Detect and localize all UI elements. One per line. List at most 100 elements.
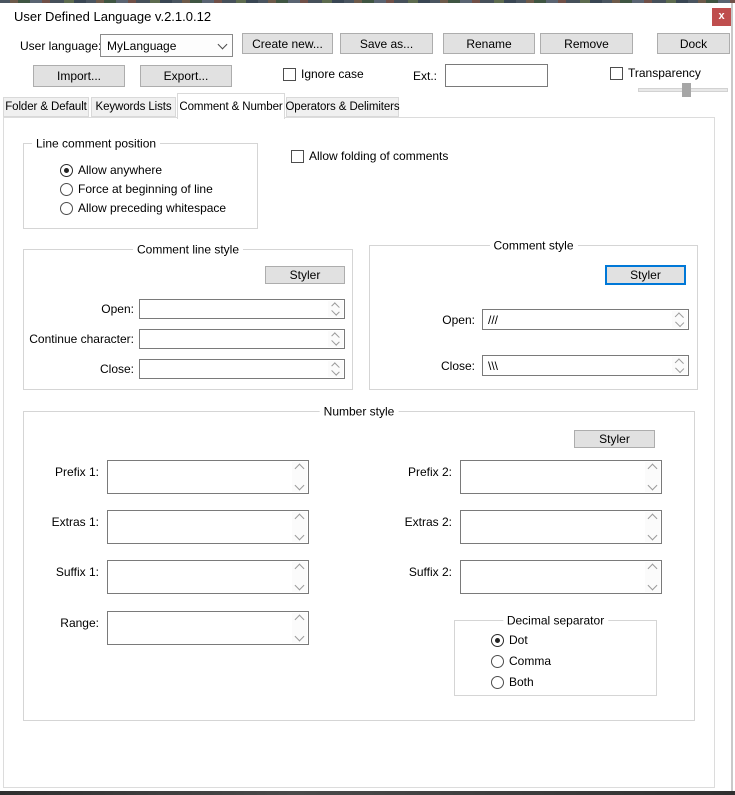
- close-label: Close:: [99, 362, 134, 376]
- transparency-checkbox[interactable]: Transparency: [610, 67, 701, 80]
- chevron-down-icon: [217, 39, 228, 49]
- radio-force-beginning[interactable]: Force at beginning of line: [60, 183, 213, 196]
- spin-up-icon[interactable]: [647, 463, 658, 474]
- tab-folder-default[interactable]: Folder & Default: [3, 97, 89, 117]
- spin-down-icon[interactable]: [331, 367, 340, 376]
- dock-button[interactable]: Dock: [657, 33, 730, 54]
- spinner: [328, 361, 343, 377]
- suffix1-label: Suffix 1:: [55, 565, 99, 579]
- prefix1-field[interactable]: [107, 460, 309, 494]
- user-defined-language-dialog: User Defined Language v.2.1.0.12 x User …: [0, 0, 735, 795]
- decimal-separator-group: Decimal separator Dot Comma Both: [454, 613, 657, 696]
- spin-down-icon[interactable]: [294, 480, 305, 491]
- radio-dot[interactable]: Dot: [491, 634, 528, 647]
- transparency-label: Transparency: [628, 66, 701, 80]
- checkbox-icon: [610, 67, 623, 80]
- save-as-button[interactable]: Save as...: [340, 33, 433, 54]
- extras1-field[interactable]: [107, 510, 309, 544]
- radio-preceding-whitespace[interactable]: Allow preceding whitespace: [60, 202, 226, 215]
- spin-up-icon[interactable]: [647, 513, 658, 524]
- spin-up-icon[interactable]: [294, 463, 305, 474]
- spin-up-icon[interactable]: [294, 614, 305, 625]
- field-value: \\\: [488, 359, 499, 373]
- checkbox-icon: [291, 150, 304, 163]
- tab-operators-delimiters[interactable]: Operators & Delimiters: [285, 97, 400, 117]
- ignore-case-checkbox[interactable]: Ignore case: [283, 68, 364, 81]
- prefix2-field[interactable]: [460, 460, 662, 494]
- range-field[interactable]: [107, 611, 309, 645]
- language-select[interactable]: MyLanguage: [100, 34, 233, 57]
- radio-comma[interactable]: Comma: [491, 655, 551, 668]
- spinner: [645, 462, 660, 492]
- radio-selected-icon: [60, 164, 73, 177]
- ignore-case-label: Ignore case: [301, 67, 364, 81]
- prefix2-label: Prefix 2:: [407, 465, 452, 479]
- rename-button[interactable]: Rename: [443, 33, 535, 54]
- window-bottom-border: [0, 791, 735, 795]
- comment-open-field[interactable]: ///: [482, 309, 689, 330]
- spin-down-icon[interactable]: [675, 317, 684, 327]
- allow-folding-label: Allow folding of comments: [309, 149, 449, 163]
- comment-line-styler-button[interactable]: Styler: [265, 266, 345, 284]
- spinner: [645, 562, 660, 592]
- spin-down-icon[interactable]: [294, 580, 305, 591]
- range-label: Range:: [60, 616, 99, 630]
- spin-up-icon[interactable]: [294, 563, 305, 574]
- spin-down-icon[interactable]: [647, 530, 658, 541]
- suffix1-field[interactable]: [107, 560, 309, 594]
- spinner: [328, 331, 343, 347]
- spin-down-icon[interactable]: [294, 631, 305, 642]
- spin-down-icon[interactable]: [675, 363, 684, 373]
- spin-down-icon[interactable]: [294, 530, 305, 541]
- remove-button[interactable]: Remove: [540, 33, 633, 54]
- user-language-label: User language:: [20, 39, 102, 53]
- comment-line-open-field[interactable]: [139, 299, 345, 319]
- radio-icon: [60, 183, 73, 196]
- spinner: [672, 311, 687, 328]
- line-comment-position-title: Line comment position: [32, 136, 161, 151]
- tab-comment-number[interactable]: Comment & Number: [177, 93, 285, 119]
- allow-folding-checkbox[interactable]: Allow folding of comments: [291, 150, 448, 163]
- radio-icon: [60, 202, 73, 215]
- spin-up-icon[interactable]: [647, 563, 658, 574]
- spin-down-icon[interactable]: [331, 307, 340, 316]
- prefix1-label: Prefix 1:: [54, 465, 99, 479]
- export-button[interactable]: Export...: [140, 65, 232, 87]
- background-window-edge: [0, 0, 735, 3]
- comment-styler-button[interactable]: Styler: [605, 265, 686, 285]
- open-label: Open:: [442, 313, 475, 327]
- comment-style-title: Comment style: [489, 238, 578, 253]
- ext-input[interactable]: [445, 64, 548, 87]
- line-comment-position-group: Line comment position Allow anywhere For…: [23, 136, 258, 229]
- close-icon[interactable]: x: [712, 8, 731, 26]
- close-label: Close:: [440, 359, 475, 373]
- comment-line-close-field[interactable]: [139, 359, 345, 379]
- transparency-slider-thumb[interactable]: [682, 83, 691, 97]
- window-right-border: [731, 3, 733, 791]
- decimal-separator-title: Decimal separator: [502, 613, 609, 628]
- comment-line-continue-field[interactable]: [139, 329, 345, 349]
- comment-close-field[interactable]: \\\: [482, 355, 689, 376]
- extras2-field[interactable]: [460, 510, 662, 544]
- field-value: ///: [488, 313, 499, 327]
- radio-both[interactable]: Both: [491, 676, 534, 689]
- number-styler-button[interactable]: Styler: [574, 430, 655, 448]
- spin-up-icon[interactable]: [294, 513, 305, 524]
- language-select-value: MyLanguage: [107, 38, 177, 53]
- create-new-button[interactable]: Create new...: [242, 33, 333, 54]
- extras2-label: Extras 2:: [404, 515, 452, 529]
- import-button[interactable]: Import...: [33, 65, 125, 87]
- spin-down-icon[interactable]: [647, 580, 658, 591]
- suffix2-label: Suffix 2:: [408, 565, 452, 579]
- tab-panel-comment-number: Line comment position Allow anywhere For…: [3, 117, 715, 788]
- radio-label: Both: [509, 675, 534, 689]
- comment-line-style-title: Comment line style: [132, 242, 244, 257]
- radio-allow-anywhere[interactable]: Allow anywhere: [60, 164, 162, 177]
- suffix2-field[interactable]: [460, 560, 662, 594]
- spin-down-icon[interactable]: [331, 337, 340, 346]
- spin-down-icon[interactable]: [647, 480, 658, 491]
- comment-style-group: Comment style Styler Open: /// Close: \\…: [369, 238, 698, 390]
- checkbox-icon: [283, 68, 296, 81]
- tab-keywords-lists[interactable]: Keywords Lists: [91, 97, 176, 117]
- continue-character-label: Continue character:: [29, 332, 134, 346]
